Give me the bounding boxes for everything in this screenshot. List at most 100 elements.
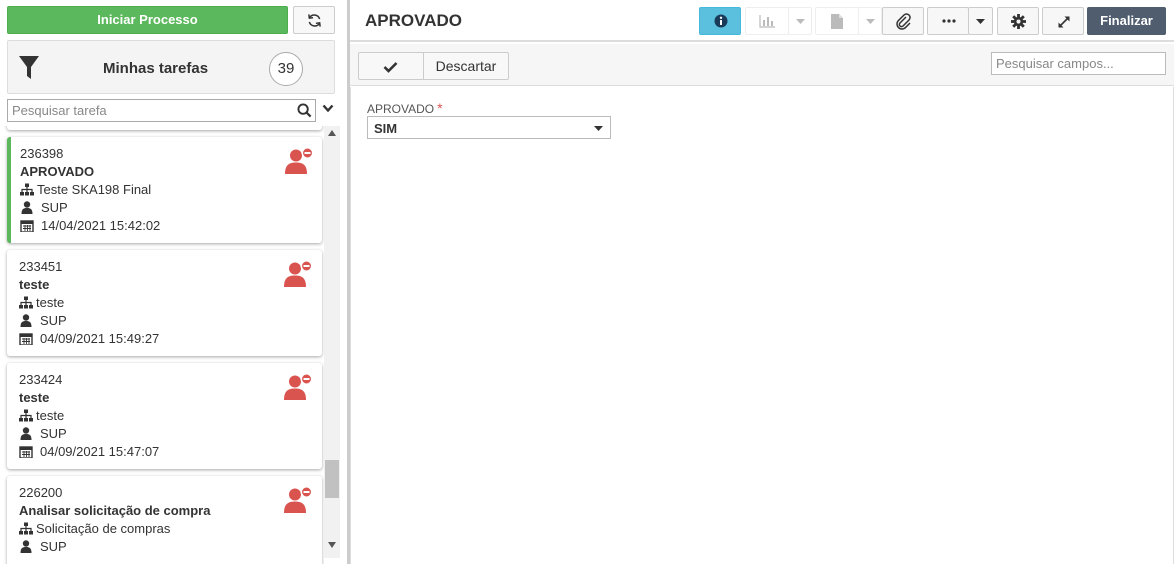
discard-button[interactable]: Descartar (423, 52, 509, 80)
refresh-icon (308, 14, 321, 27)
ellipsis-icon (942, 19, 956, 23)
task-list-scrollbar[interactable] (324, 126, 340, 558)
sitemap-icon (19, 296, 33, 309)
user-icon (20, 427, 32, 440)
paperclip-icon (896, 13, 911, 30)
task-process-row: Teste SKA198 Final (20, 182, 151, 197)
document-icon (831, 14, 843, 29)
task-user: SUP (40, 313, 67, 328)
detail-header: APROVADO Finalizar (350, 0, 1174, 42)
task-user-row: SUP (19, 539, 67, 554)
task-card[interactable]: 236398 APROVADO Teste SKA198 Final SUP 1… (7, 137, 322, 243)
form-toolbar: Descartar (350, 44, 1174, 86)
task-search-box (7, 99, 316, 122)
bar-chart-icon (759, 15, 775, 28)
task-id: 233451 (19, 259, 63, 274)
task-date: 04/09/2021 15:47:07 (40, 444, 160, 459)
field-label: APROVADO * (367, 100, 443, 116)
calendar-icon (19, 446, 33, 458)
task-date: 04/09/2021 15:49:27 (40, 331, 160, 346)
scroll-up-icon[interactable] (328, 130, 336, 136)
field-search-input[interactable] (992, 53, 1162, 74)
task-user: SUP (40, 426, 67, 441)
field-search-box (991, 52, 1166, 75)
document-button[interactable] (815, 7, 859, 35)
filter-icon[interactable] (18, 55, 40, 81)
form-area: APROVADO * SIM (350, 87, 1174, 564)
user-unassigned-icon[interactable] (284, 147, 314, 175)
settings-button[interactable] (997, 7, 1039, 35)
task-id: 236398 (20, 146, 64, 161)
task-date-row: 04/09/2021 15:49:27 (19, 331, 159, 346)
attachment-button[interactable] (882, 7, 924, 35)
my-tasks-header: Minhas tarefas 39 (7, 40, 335, 94)
finish-button[interactable]: Finalizar (1087, 7, 1166, 35)
task-process-row: Solicitação de compras (19, 521, 170, 536)
chart-button[interactable] (745, 7, 789, 35)
start-process-button[interactable]: Iniciar Processo (7, 6, 288, 34)
task-count-badge: 39 (269, 52, 303, 86)
task-sidebar: Iniciar Processo Minhas tarefas 39 23639… (0, 0, 342, 564)
task-process-row: teste (19, 295, 64, 310)
user-icon (20, 314, 32, 327)
expand-icon (1058, 16, 1070, 28)
sitemap-icon (19, 522, 33, 535)
caret-down-icon (594, 126, 603, 131)
expand-button[interactable] (1042, 7, 1084, 35)
user-unassigned-icon[interactable] (283, 486, 313, 514)
task-user-row: SUP (20, 200, 68, 215)
task-process: Solicitação de compras (36, 521, 171, 536)
caret-down-icon (866, 19, 875, 24)
task-id: 226200 (19, 485, 63, 500)
task-card[interactable]: 233424 teste teste SUP 04/09/2021 15:47:… (7, 363, 322, 469)
caret-down-icon (796, 19, 805, 24)
task-date-row: 14/04/2021 15:42:02 (20, 218, 160, 233)
task-id: 233424 (19, 372, 63, 387)
sitemap-icon (19, 409, 33, 422)
page-title: APROVADO (365, 11, 462, 30)
approved-select[interactable]: SIM (367, 116, 611, 139)
chart-dropdown-button[interactable] (788, 7, 812, 35)
check-icon (383, 62, 398, 73)
search-icon[interactable] (297, 103, 312, 118)
task-title: APROVADO (20, 164, 95, 179)
required-marker: * (437, 100, 443, 116)
task-process: teste (36, 408, 65, 423)
sitemap-icon (20, 183, 34, 196)
refresh-button[interactable] (293, 6, 335, 34)
calendar-icon (19, 333, 33, 345)
calendar-icon (20, 220, 34, 232)
task-title: teste (19, 277, 50, 292)
approved-select-value: SIM (374, 121, 398, 136)
user-unassigned-icon[interactable] (283, 260, 313, 288)
task-user-row: SUP (19, 313, 67, 328)
task-card[interactable]: 226200 Analisar solicitação de compra So… (7, 476, 322, 564)
info-icon (714, 14, 728, 28)
more-actions-dropdown-button[interactable] (968, 7, 993, 35)
scroll-down-icon[interactable] (328, 542, 336, 548)
field-label-text: APROVADO (367, 102, 435, 116)
task-list: 236398 APROVADO Teste SKA198 Final SUP 1… (0, 126, 324, 564)
task-user-row: SUP (19, 426, 67, 441)
user-icon (20, 540, 32, 553)
task-card[interactable]: 233451 teste teste SUP 04/09/2021 15:49:… (7, 250, 322, 356)
info-button[interactable] (699, 7, 741, 35)
task-detail-panel: APROVADO Finalizar Descartar Pesquisar c… (350, 0, 1174, 564)
task-search-input[interactable] (8, 100, 288, 121)
task-process-row: teste (19, 408, 64, 423)
task-date: 14/04/2021 15:42:02 (41, 218, 161, 233)
my-tasks-label: Minhas tarefas (103, 60, 209, 77)
caret-down-icon (976, 19, 985, 24)
task-process: Teste SKA198 Final (37, 182, 152, 197)
task-card-partial (7, 126, 322, 130)
chevron-down-icon[interactable] (322, 104, 334, 113)
task-user: SUP (40, 539, 67, 554)
user-unassigned-icon[interactable] (283, 373, 313, 401)
scrollbar-thumb[interactable] (325, 460, 339, 498)
task-title: teste (19, 390, 50, 405)
confirm-button[interactable] (358, 52, 424, 80)
user-icon (21, 201, 33, 214)
task-process: teste (36, 295, 65, 310)
document-dropdown-button[interactable] (858, 7, 882, 35)
more-actions-button[interactable] (927, 7, 969, 35)
